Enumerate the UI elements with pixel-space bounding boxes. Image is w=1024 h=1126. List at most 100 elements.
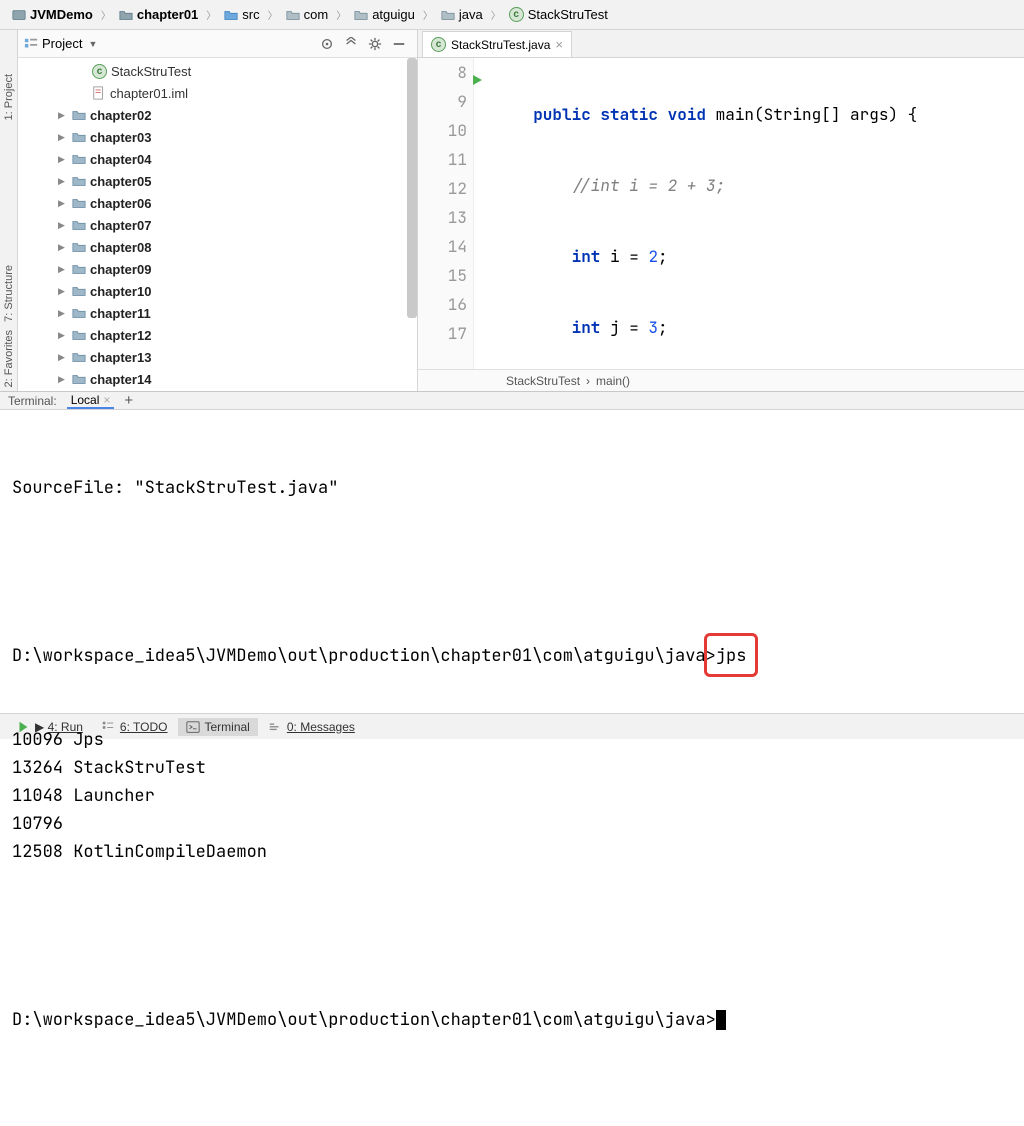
code[interactable]: public static void main(String[] args) {…: [474, 58, 1024, 369]
tree-item-chapter01-iml[interactable]: chapter01.iml: [18, 82, 417, 104]
chevron-right-icon: ▶: [58, 132, 68, 143]
tree-item-chapter07[interactable]: ▶chapter07: [18, 214, 417, 236]
chevron-right-icon: ▶: [58, 308, 68, 319]
terminal-line: 12508 KotlinCompileDaemon: [12, 838, 1012, 866]
tree-item-chapter09[interactable]: ▶chapter09: [18, 258, 417, 280]
gutter-line[interactable]: 9: [418, 87, 467, 116]
chevron-right-icon: ▶: [58, 154, 68, 165]
tree-item-chapter05[interactable]: ▶chapter05: [18, 170, 417, 192]
breadcrumb: JVMDemo 〉 chapter01 〉 src 〉 com 〉 atguig…: [0, 0, 1024, 30]
editor-tab-stackstrutest[interactable]: c StackStruTest.java ×: [422, 31, 572, 57]
scrollbar-thumb[interactable]: [407, 58, 417, 318]
src-folder-icon: [224, 8, 238, 22]
tree-item-chapter11[interactable]: ▶chapter11: [18, 302, 417, 324]
terminal-line: 10096 Jps: [12, 726, 1012, 754]
project-tree[interactable]: cStackStruTestchapter01.iml▶chapter02▶ch…: [18, 58, 417, 391]
terminal-line: [12, 558, 1012, 586]
iml-icon: [92, 86, 106, 100]
tree-item-chapter10[interactable]: ▶chapter10: [18, 280, 417, 302]
gutter-line[interactable]: 15: [418, 261, 467, 290]
chevron-right-icon: ▶: [58, 220, 68, 231]
chevron-right-icon: ▶: [58, 264, 68, 275]
module-folder-icon: [72, 196, 86, 210]
terminal-line: 13264 StackStruTest: [12, 754, 1012, 782]
crumb-java[interactable]: java: [437, 5, 487, 24]
tree-item-chapter02[interactable]: ▶chapter02: [18, 104, 417, 126]
gutter-line[interactable]: 10: [418, 116, 467, 145]
class-icon: c: [509, 7, 524, 22]
tree-item-chapter06[interactable]: ▶chapter06: [18, 192, 417, 214]
terminal-line: D:\workspace_idea5\JVMDemo\out\productio…: [12, 1006, 1012, 1034]
editor-tabs: c StackStruTest.java ×: [418, 30, 1024, 58]
editor-crumb-method[interactable]: main(): [596, 374, 630, 388]
terminal-label: Terminal:: [8, 394, 57, 408]
gutter-line[interactable]: 16: [418, 290, 467, 319]
module-folder-icon: [72, 108, 86, 122]
gutter-line[interactable]: 14: [418, 232, 467, 261]
terminal-body[interactable]: SourceFile: "StackStruTest.java" D:\work…: [0, 410, 1024, 1126]
crumb-chapter01[interactable]: chapter01: [115, 5, 202, 24]
collapse-icon[interactable]: [343, 36, 359, 52]
module-folder-icon: [72, 262, 86, 276]
terminal-line: [12, 922, 1012, 950]
locate-icon[interactable]: [319, 36, 335, 52]
dropdown-caret-icon[interactable]: ▼: [88, 39, 97, 49]
gear-icon[interactable]: [367, 36, 383, 52]
tree-item-chapter03[interactable]: ▶chapter03: [18, 126, 417, 148]
terminal-line: 10796: [12, 810, 1012, 838]
gutter-line[interactable]: 13: [418, 203, 467, 232]
folder-icon: [441, 8, 455, 22]
gutter-line[interactable]: 12: [418, 174, 467, 203]
folder-icon: [354, 8, 368, 22]
module-folder-icon: [72, 152, 86, 166]
gutter-line[interactable]: 17: [418, 319, 467, 348]
terminal-tab-local[interactable]: Local ×: [67, 393, 115, 409]
chevron-right-icon: ▶: [58, 176, 68, 187]
tree-item-chapter14[interactable]: ▶chapter14: [18, 368, 417, 390]
crumb-com[interactable]: com: [282, 5, 333, 24]
chevron-right-icon: ▶: [58, 242, 68, 253]
close-icon[interactable]: ×: [103, 393, 110, 407]
module-folder-icon: [72, 218, 86, 232]
tree-item-chapter12[interactable]: ▶chapter12: [18, 324, 417, 346]
terminal-panel: Terminal: Local × + SourceFile: "StackSt…: [0, 391, 1024, 713]
structure-tool-tab[interactable]: 7: Structure: [2, 261, 16, 326]
gutter-line[interactable]: 11: [418, 145, 467, 174]
tree-item-chapter08[interactable]: ▶chapter08: [18, 236, 417, 258]
crumb-src[interactable]: src: [220, 5, 263, 24]
editor-tab-label: StackStruTest.java: [451, 38, 550, 52]
terminal-line: D:\workspace_idea5\JVMDemo\out\productio…: [12, 642, 1012, 670]
crumb-sep: 〉: [101, 7, 111, 22]
chevron-right-icon: ▶: [58, 374, 68, 385]
editor-area: c StackStruTest.java × 89101112131415161…: [418, 30, 1024, 391]
class-icon: c: [92, 64, 107, 79]
crumb-class[interactable]: c StackStruTest: [505, 5, 612, 24]
terminal-line: SourceFile: "StackStruTest.java": [12, 474, 1012, 502]
project-title: Project: [42, 36, 82, 51]
chevron-right-icon: ▶: [58, 286, 68, 297]
chevron-right-icon: ▶: [58, 198, 68, 209]
favorites-tool-tab[interactable]: 2: Favorites: [2, 326, 16, 391]
gutter-line[interactable]: 8: [418, 58, 467, 87]
module-folder-icon: [72, 240, 86, 254]
class-icon: c: [431, 37, 446, 52]
code-editor[interactable]: 891011121314151617 public static void ma…: [418, 58, 1024, 369]
hide-icon[interactable]: [391, 36, 407, 52]
tree-item-StackStruTest[interactable]: cStackStruTest: [18, 60, 417, 82]
crumb-atguigu[interactable]: atguigu: [350, 5, 419, 24]
terminal-add-icon[interactable]: +: [124, 392, 133, 409]
module-icon: [12, 8, 26, 22]
project-tool-tab[interactable]: 1: Project: [2, 70, 16, 124]
crumb-jvmdemo[interactable]: JVMDemo: [8, 5, 97, 24]
project-view-icon: [24, 37, 38, 51]
gutter-run-icon[interactable]: [471, 66, 483, 95]
tree-item-chapter04[interactable]: ▶chapter04: [18, 148, 417, 170]
cursor: [716, 1010, 726, 1030]
close-tab-icon[interactable]: ×: [555, 37, 563, 52]
folder-icon: [119, 8, 133, 22]
editor-crumb-class[interactable]: StackStruTest: [506, 374, 580, 388]
module-folder-icon: [72, 306, 86, 320]
tree-item-chapter13[interactable]: ▶chapter13: [18, 346, 417, 368]
gutter: 891011121314151617: [418, 58, 474, 369]
chevron-right-icon: ▶: [58, 352, 68, 363]
